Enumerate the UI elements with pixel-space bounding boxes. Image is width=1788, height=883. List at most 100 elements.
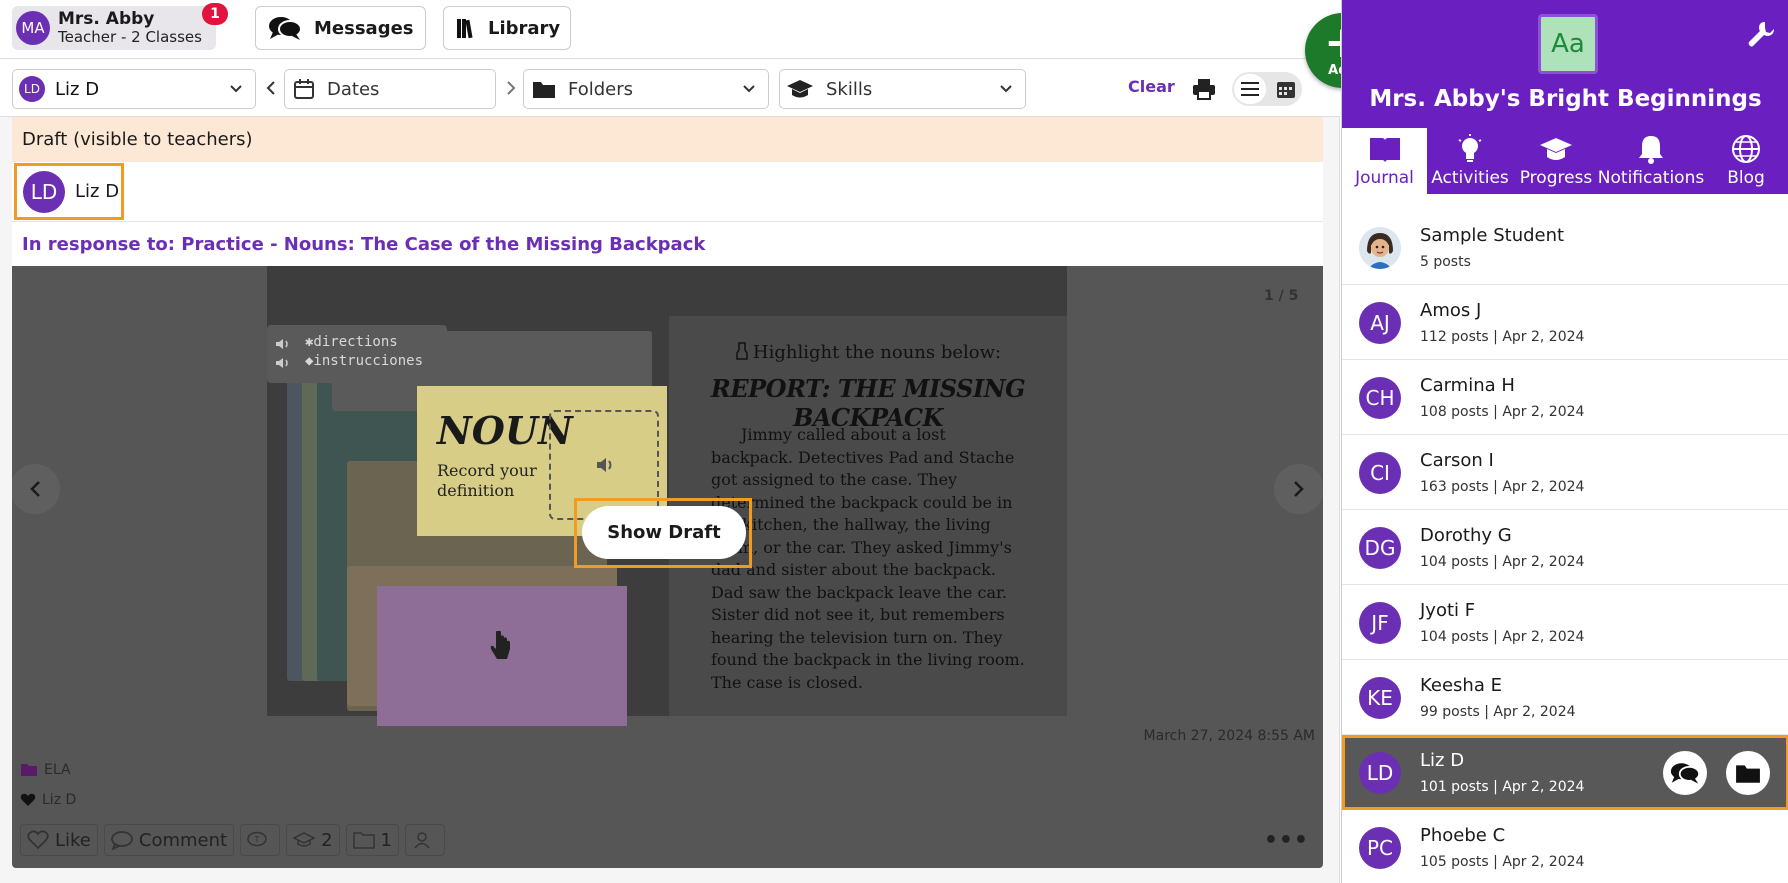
dates-label: Dates [327, 78, 380, 100]
person-badge-icon [414, 832, 430, 849]
post-body: NOUN Record your definition ✱directions [12, 266, 1323, 868]
student-list: Sample Student 5 posts AJ Amos J 112 pos… [1342, 210, 1788, 883]
student-name: Liz D [1420, 750, 1465, 771]
skills-count-button[interactable]: 2 [286, 824, 340, 856]
teacher-account-chip[interactable]: MA Mrs. Abby Teacher - 2 Classes [12, 6, 216, 50]
tab-activities[interactable]: Activities [1427, 128, 1513, 194]
folders-filter[interactable]: Folders [523, 69, 769, 109]
student-meta: 105 posts | Apr 2, 2024 [1420, 854, 1585, 870]
more-options-icon[interactable]: ••• [1264, 828, 1309, 853]
student-row-dorothy-g[interactable]: DG Dorothy G 104 posts | Apr 2, 2024 [1342, 510, 1788, 585]
skills-label: Skills [826, 78, 873, 100]
like-button[interactable]: Like [20, 824, 98, 856]
student-row-sample-student[interactable]: Sample Student 5 posts [1342, 210, 1788, 285]
show-draft-button[interactable]: Show Draft [582, 506, 746, 559]
folders-count-button[interactable]: 1 [345, 824, 399, 856]
clear-filters-link[interactable]: Clear [1128, 77, 1175, 96]
post-author-avatar: LD [23, 170, 65, 213]
student-row-jyoti-f[interactable]: JF Jyoti F 104 posts | Apr 2, 2024 [1342, 585, 1788, 660]
skills-filter[interactable]: Skills [779, 69, 1026, 109]
post-author[interactable]: LD Liz D [14, 163, 124, 220]
student-row-carson-i[interactable]: CI Carson I 163 posts | Apr 2, 2024 [1342, 435, 1788, 510]
student-avatar: CH [1359, 377, 1401, 419]
chevron-down-icon [230, 85, 242, 93]
directions-panel[interactable]: ✱directions ◆instrucciones [267, 325, 447, 383]
student-select-avatar: LD [19, 76, 45, 102]
student-meta: 104 posts | Apr 2, 2024 [1420, 554, 1585, 570]
page-indicator: 1 / 5 [1264, 288, 1299, 304]
student-meta: 101 posts | Apr 2, 2024 [1420, 779, 1585, 795]
messages-button[interactable]: Messages [255, 6, 426, 50]
chevron-left-icon[interactable] [266, 81, 276, 95]
tab-notifications[interactable]: Notifications [1597, 128, 1705, 194]
next-slide-button[interactable] [1274, 464, 1323, 514]
wrench-icon[interactable] [1746, 20, 1774, 48]
top-bar: MA Mrs. Abby Teacher - 2 Classes 1 Messa… [0, 0, 1340, 59]
student-folder-button[interactable] [1726, 751, 1770, 795]
student-avatar: JF [1359, 602, 1401, 644]
folders-label: Folders [568, 78, 634, 100]
teacher-avatar: MA [16, 11, 50, 45]
post-timestamp: March 27, 2024 8:55 AM [1143, 728, 1315, 744]
highlight-prompt-text: Highlight the nouns below: [752, 342, 1002, 363]
student-name: Dorothy G [1420, 525, 1512, 546]
comment-button[interactable]: Comment [103, 824, 235, 856]
student-avatar: LD [1359, 752, 1401, 794]
student-select[interactable]: LD Liz D [12, 69, 256, 109]
tab-journal[interactable]: Journal [1342, 128, 1427, 194]
tab-notifications-label: Notifications [1597, 168, 1705, 188]
list-view-button[interactable] [1234, 74, 1266, 104]
folder-icon [1736, 765, 1760, 783]
class-logo: Aa [1538, 14, 1598, 74]
student-meta: 99 posts | Apr 2, 2024 [1420, 704, 1576, 720]
student-row-keesha-e[interactable]: KE Keesha E 99 posts | Apr 2, 2024 [1342, 660, 1788, 735]
folders-count: 1 [380, 829, 392, 851]
activity-slide: NOUN Record your definition ✱directions [267, 266, 1067, 726]
in-response-to-link[interactable]: In response to: Practice - Nouns: The Ca… [12, 222, 1323, 266]
class-header: Aa Mrs. Abby's Bright Beginnings [1342, 0, 1788, 128]
student-name: Keesha E [1420, 675, 1502, 696]
calendar-view-icon[interactable] [1276, 79, 1296, 99]
student-messages-button[interactable] [1663, 751, 1707, 795]
chevron-right-icon[interactable] [506, 81, 516, 95]
purple-folder [377, 586, 627, 726]
calendar-icon [294, 79, 314, 99]
translate-button[interactable]: T [240, 824, 281, 856]
speaker-icon [597, 458, 612, 472]
liked-by: Liz D [20, 792, 76, 808]
tab-progress[interactable]: Progress [1513, 128, 1599, 194]
view-toggle[interactable] [1232, 72, 1302, 106]
highlighter-icon [736, 342, 748, 360]
report-text: Jimmy called about a lost backpack. Dete… [711, 425, 1025, 692]
post-author-name: Liz D [75, 181, 120, 202]
show-draft-highlight: Show Draft [574, 498, 752, 568]
student-row-carmina-h[interactable]: CH Carmina H 108 posts | Apr 2, 2024 [1342, 360, 1788, 435]
like-label: Like [55, 829, 91, 851]
comment-label: Comment [138, 829, 228, 851]
globe-icon [1732, 135, 1760, 163]
student-name: Jyoti F [1420, 600, 1476, 621]
tab-blog[interactable]: Blog [1703, 128, 1788, 194]
student-row-liz-d[interactable]: LD Liz D 101 posts | Apr 2, 2024 [1342, 735, 1788, 810]
student-avatar: KE [1359, 677, 1401, 719]
dates-filter[interactable]: Dates [284, 69, 496, 109]
previous-slide-button[interactable] [12, 464, 60, 514]
liked-by-name: Liz D [42, 792, 77, 808]
teacher-info: Mrs. Abby Teacher - 2 Classes [58, 10, 202, 46]
student-row-phoebe-c[interactable]: PC Phoebe C 105 posts | Apr 2, 2024 [1342, 810, 1788, 883]
folder-tag[interactable]: ELA [20, 762, 71, 778]
graduation-cap-icon [1540, 138, 1572, 160]
chevron-left-icon [30, 481, 40, 497]
tab-progress-label: Progress [1519, 168, 1593, 188]
chat-bubbles-icon [1670, 763, 1700, 784]
print-button[interactable] [1187, 72, 1221, 106]
lightbulb-icon [1458, 134, 1482, 162]
child-avatar-icon [1359, 227, 1401, 269]
skills-count: 2 [321, 829, 333, 851]
student-meta: 5 posts [1420, 254, 1471, 270]
student-name: Sample Student [1420, 225, 1565, 246]
library-button[interactable]: Library [443, 6, 571, 50]
student-meta: 108 posts | Apr 2, 2024 [1420, 404, 1585, 420]
student-row-amos-j[interactable]: AJ Amos J 112 posts | Apr 2, 2024 [1342, 285, 1788, 360]
visibility-button[interactable] [405, 824, 445, 856]
